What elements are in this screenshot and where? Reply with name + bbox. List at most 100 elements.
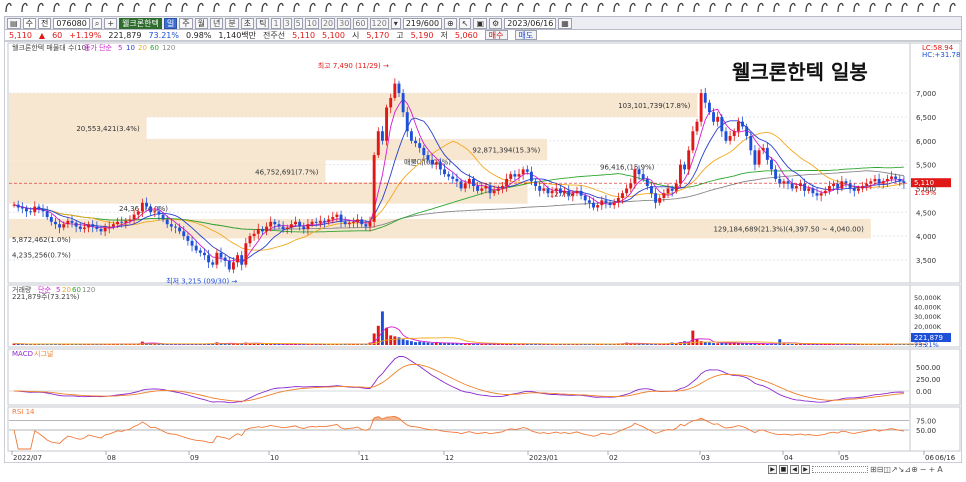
minute-10[interactable]: 10 (304, 17, 319, 29)
candle-body (385, 107, 389, 141)
candle-body (670, 188, 674, 191)
open-value: 5,170 (366, 30, 390, 40)
candle-body (91, 224, 95, 227)
ring-icon (357, 2, 364, 13)
period-select[interactable]: 전 (37, 17, 52, 29)
candle-body (356, 219, 360, 222)
count-input[interactable]: 219/600 (402, 17, 443, 29)
candle-body (542, 188, 546, 191)
code-input[interactable]: 076080 (53, 17, 90, 29)
tools-icon[interactable]: ⊞⊟◫↗↘⊿⊕ (870, 465, 918, 474)
zoom-icon[interactable]: ⊕ (444, 17, 457, 29)
next-icon[interactable]: ▶ (801, 465, 810, 474)
candle-body (49, 217, 53, 222)
save-icon[interactable]: ▣ (473, 17, 488, 29)
candle-body (136, 211, 140, 215)
candle-body (558, 188, 562, 194)
reset-icon[interactable]: A (937, 465, 942, 474)
window-menu-icon[interactable]: ▤ (7, 17, 21, 29)
zoom-in-icon[interactable]: + (928, 465, 935, 474)
candle-body (95, 226, 99, 229)
candle-body (852, 188, 856, 191)
candle-body (426, 155, 430, 160)
candle-body (674, 183, 678, 191)
buy-button[interactable]: 매수 (484, 30, 508, 40)
minute-20[interactable]: 20 (320, 17, 336, 29)
tab-tick[interactable]: 틱 (256, 17, 270, 29)
candle-body (190, 240, 194, 246)
stop-icon[interactable]: ■ (779, 465, 788, 474)
volume-profile-label: 46,752,691(7.7%) (255, 168, 319, 176)
up-arrow-icon: ▲ (38, 30, 46, 40)
candle-body (736, 121, 740, 132)
tab-month[interactable]: 월 (194, 17, 208, 29)
minute-60[interactable]: 60 (353, 17, 368, 29)
add-icon[interactable]: + (104, 17, 118, 29)
ring-icon (869, 2, 876, 13)
date-input[interactable]: 2023/06/16 (504, 17, 557, 29)
open-label: 시 (351, 30, 360, 40)
volume-profile-label: 5,872,462(1.0%) (12, 236, 71, 244)
minute-30[interactable]: 30 (337, 17, 352, 29)
ring-icon (373, 2, 380, 13)
candle-body (616, 197, 620, 203)
candle-body (716, 116, 720, 122)
volume-bar (716, 343, 720, 345)
chart-scrollbar[interactable] (812, 466, 868, 473)
tab-second[interactable]: 초 (240, 17, 255, 29)
candle-body (695, 121, 699, 132)
tab-week[interactable]: 주 (179, 17, 193, 29)
candle-body (641, 174, 645, 179)
ring-icon (549, 2, 556, 13)
volume-bar (380, 311, 384, 345)
x-tick-label: 12 (445, 454, 454, 462)
minute-1[interactable]: 1 (271, 17, 281, 29)
candle-body (244, 243, 248, 265)
ring-icon (597, 2, 604, 13)
candle-body (836, 183, 840, 189)
volume-bar (409, 341, 413, 345)
candle-body (422, 147, 426, 156)
candle-body (496, 188, 500, 191)
candle-body (898, 178, 902, 182)
cursor-icon[interactable]: ↖ (458, 17, 472, 29)
dropdown-icon[interactable]: ▾ (390, 17, 401, 29)
candle-body (724, 131, 728, 141)
calendar-icon[interactable]: ▦ (558, 17, 572, 29)
candle-body (277, 224, 281, 227)
ring-icon (325, 2, 332, 13)
candle-body (335, 214, 339, 218)
tab-year[interactable]: 년 (209, 17, 224, 29)
volume-bar (741, 343, 744, 345)
tab-minute[interactable]: 분 (225, 17, 239, 29)
settings-icon[interactable]: ⚙ (489, 17, 503, 29)
minute-3[interactable]: 3 (282, 17, 292, 29)
prev-icon[interactable]: ◀ (790, 465, 799, 474)
change-value: 60 (52, 30, 63, 40)
signal-legend: 시그널 (34, 349, 53, 358)
minute-5[interactable]: 5 (293, 17, 303, 29)
candle-body (393, 83, 397, 98)
menu-select[interactable]: 수 (22, 17, 36, 29)
minute-120[interactable]: 120 (369, 17, 389, 29)
candle-body (592, 202, 595, 208)
stock-chart[interactable]: 103,101,739(17.8%) 20,553,421(3.4%) 92,871… (4, 41, 962, 463)
candle-body (25, 208, 28, 212)
price-value: 5,110 (9, 30, 32, 40)
ring-icon (389, 2, 396, 13)
volume-profile-band (9, 138, 548, 161)
play-icon[interactable]: ▶ (768, 465, 777, 474)
candle-body (728, 136, 732, 141)
x-tick-label: 2022/07 (13, 454, 42, 462)
ring-icon (917, 2, 924, 13)
ring-icon (709, 2, 716, 13)
search-icon[interactable]: ⌕ (91, 17, 103, 29)
candle-body (198, 250, 202, 253)
volume-bar (451, 343, 455, 345)
candle-body (111, 224, 115, 227)
zoom-out-icon[interactable]: − (920, 465, 927, 474)
candle-body (182, 231, 186, 237)
volume-tick-label: 50,000K (914, 294, 942, 302)
tab-day[interactable]: 일 (163, 17, 178, 29)
sell-button[interactable]: 매도 (514, 30, 538, 40)
